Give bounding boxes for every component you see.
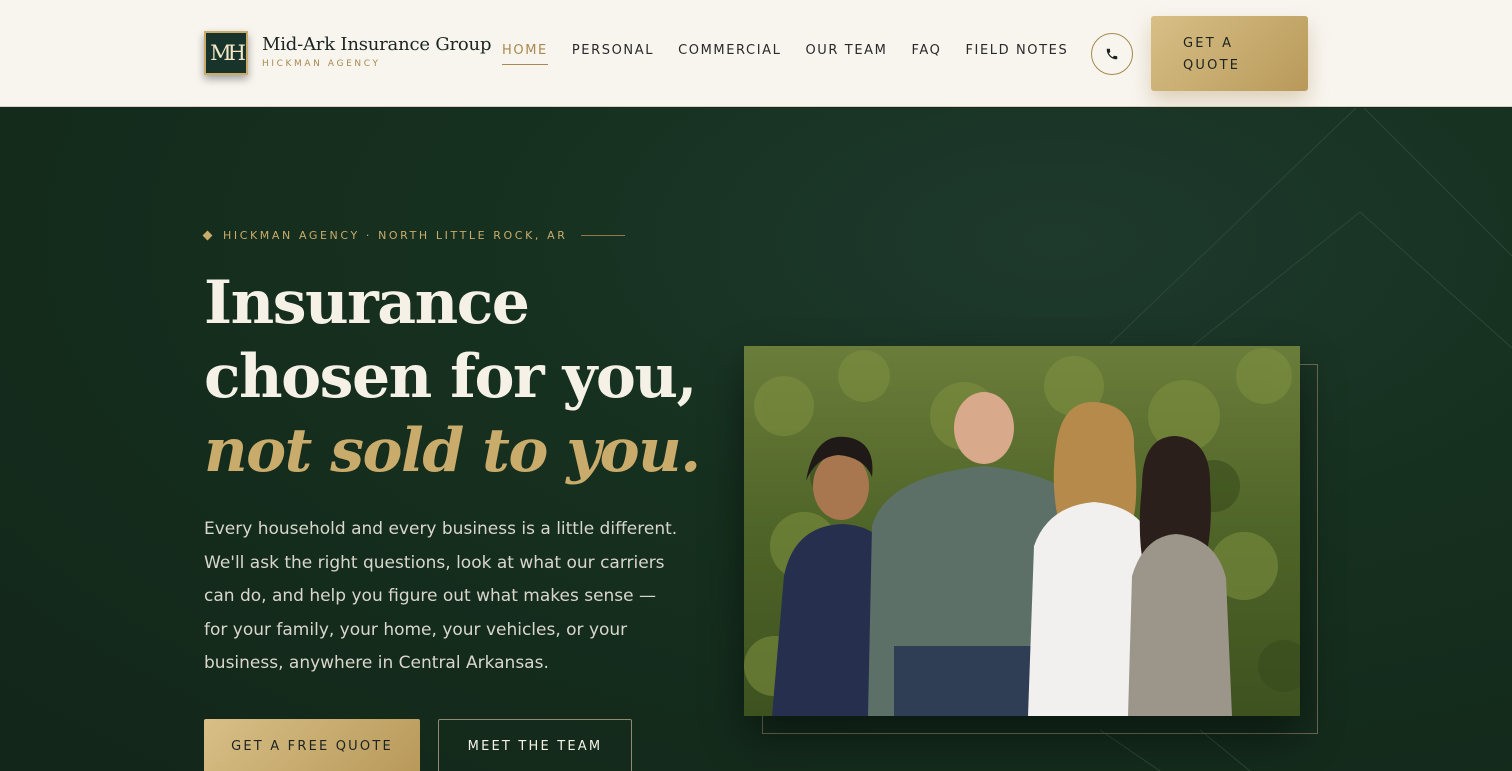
hero-section: HICKMAN AGENCY · NORTH LITTLE ROCK, AR I… <box>0 108 1512 771</box>
nav-field-notes[interactable]: FIELD NOTES <box>965 43 1068 65</box>
hero-eyebrow: HICKMAN AGENCY · NORTH LITTLE ROCK, AR <box>202 229 626 242</box>
quote-button-line2: QUOTE <box>1183 58 1241 73</box>
site-header: MH Mid-Ark Insurance Group HICKMAN AGENC… <box>0 0 1512 107</box>
meet-the-team-button[interactable]: MEET THE TEAM <box>438 719 632 771</box>
main-nav: HOME PERSONAL COMMERCIAL OUR TEAM FAQ FI… <box>502 43 1092 65</box>
get-a-quote-button[interactable]: GET A QUOTE <box>1151 16 1308 91</box>
headline-main: Insurance chosen for you, <box>204 268 697 412</box>
nav-our-team[interactable]: OUR TEAM <box>805 43 887 65</box>
team-photo <box>744 346 1300 716</box>
quote-button-line1: GET A <box>1183 36 1234 51</box>
phone-icon <box>1106 48 1118 60</box>
eyebrow-rule <box>581 235 626 236</box>
diamond-icon <box>202 230 213 241</box>
logo-link[interactable]: MH Mid-Ark Insurance Group HICKMAN AGENC… <box>204 31 491 75</box>
get-free-quote-button[interactable]: GET A FREE QUOTE <box>204 719 420 771</box>
nav-home[interactable]: HOME <box>502 43 548 65</box>
logo-monogram: MH <box>204 31 248 75</box>
nav-personal[interactable]: PERSONAL <box>572 43 654 65</box>
hero-headline: Insurance chosen for you, not sold to yo… <box>204 266 724 488</box>
nav-faq[interactable]: FAQ <box>911 43 941 65</box>
nav-commercial[interactable]: COMMERCIAL <box>678 43 781 65</box>
hero-lead: Every household and every business is a … <box>204 519 678 673</box>
logo-name: Mid-Ark Insurance Group <box>262 34 492 55</box>
logo-subtitle: HICKMAN AGENCY <box>262 59 381 69</box>
logo-text: Mid-Ark Insurance Group HICKMAN AGENCY <box>262 34 491 69</box>
phone-button[interactable] <box>1091 33 1133 75</box>
headline-emphasis: not sold to you. <box>204 416 701 486</box>
eyebrow-text: HICKMAN AGENCY · NORTH LITTLE ROCK, AR <box>223 229 568 242</box>
